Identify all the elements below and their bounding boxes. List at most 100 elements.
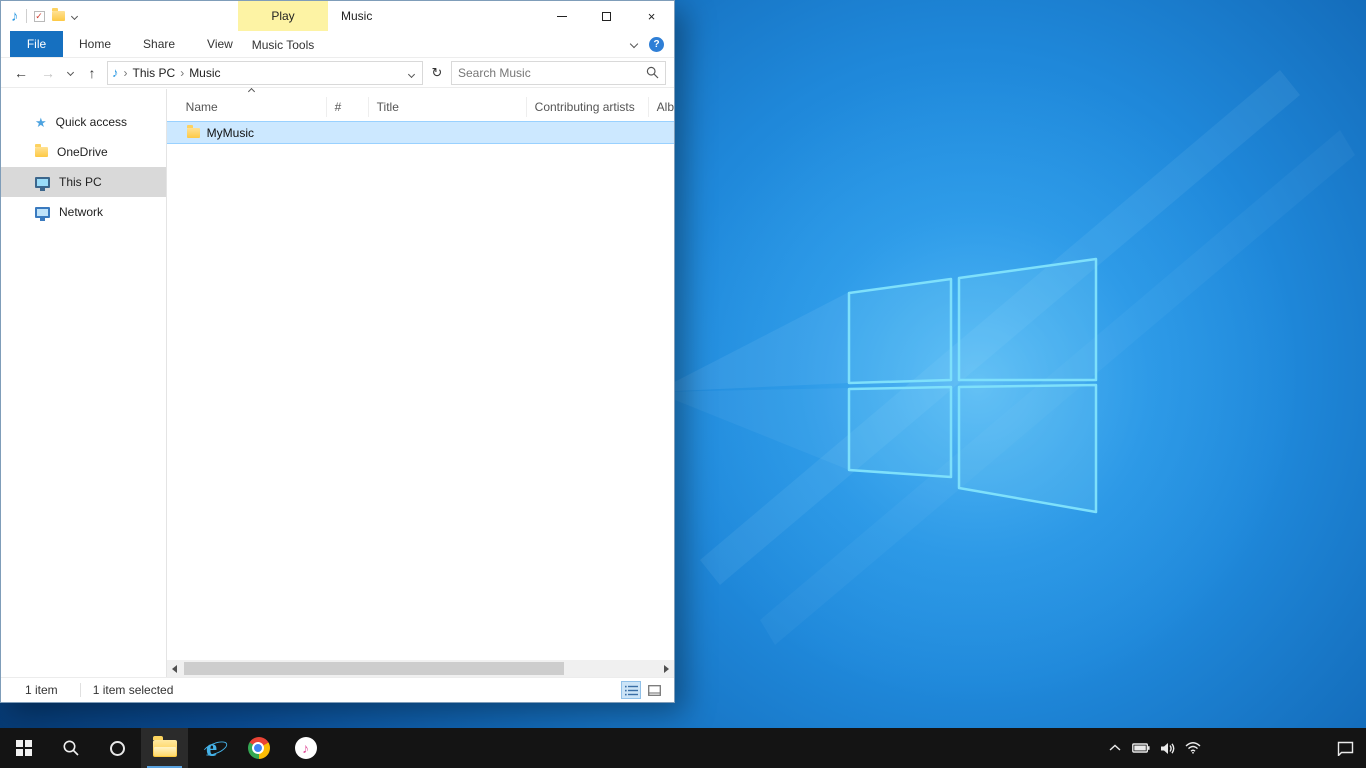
qat-check-icon[interactable]: ✓ <box>34 11 45 22</box>
start-button[interactable] <box>0 728 47 768</box>
sidebar-item-quick-access[interactable]: ★ Quick access <box>1 107 166 137</box>
app-music-icon: ♪ <box>11 9 19 24</box>
column-header-name[interactable]: Name <box>167 97 327 117</box>
close-button[interactable]: × <box>629 1 674 31</box>
file-row-mymusic[interactable]: MyMusic <box>167 121 674 144</box>
tab-file[interactable]: File <box>10 31 63 57</box>
details-view-button[interactable] <box>621 681 641 699</box>
volume-button[interactable] <box>1154 728 1180 768</box>
window-controls: × <box>539 1 674 31</box>
this-pc-icon <box>35 177 50 188</box>
contextual-tab-play[interactable]: Play <box>238 1 328 31</box>
triangle-right-icon <box>664 665 669 673</box>
column-header-title[interactable]: Title <box>369 97 527 117</box>
tab-home[interactable]: Home <box>63 31 127 57</box>
location-music-icon: ♪ <box>112 65 119 80</box>
ribbon-tab-strip: File Home Share View Music Tools ? <box>1 31 674 58</box>
contextual-group-music-tools[interactable]: Music Tools <box>238 31 328 58</box>
chrome-icon <box>248 737 270 759</box>
search-box <box>451 61 666 85</box>
sidebar-item-this-pc[interactable]: This PC <box>1 167 166 197</box>
forward-button[interactable]: → <box>36 61 60 85</box>
separator <box>26 9 27 23</box>
details-view-icon <box>625 685 638 696</box>
back-button[interactable]: ← <box>9 61 33 85</box>
file-name: MyMusic <box>207 126 254 140</box>
column-headers: Name # Title Contributing artists Alb <box>167 93 674 121</box>
battery-icon <box>1132 743 1150 753</box>
breadcrumb-music[interactable]: Music <box>189 66 220 80</box>
scrollbar-thumb[interactable] <box>184 662 564 675</box>
taskbar-spacer <box>1206 728 1324 768</box>
up-button[interactable]: ↑ <box>80 61 104 85</box>
column-header-album[interactable]: Alb <box>649 97 674 117</box>
chevron-up-icon <box>1109 744 1121 752</box>
taskbar-chrome-button[interactable] <box>235 728 282 768</box>
quick-access-toolbar: ♪ ✓ <box>1 9 113 24</box>
taskbar: e ♪ <box>0 728 1366 768</box>
sidebar-item-label: OneDrive <box>57 145 108 159</box>
sort-ascending-icon <box>248 88 255 95</box>
explorer-main: ★ Quick access OneDrive This PC Network <box>1 89 674 677</box>
chevron-down-icon <box>408 70 415 77</box>
taskbar-internet-explorer-button[interactable]: e <box>188 728 235 768</box>
battery-button[interactable] <box>1128 728 1154 768</box>
cortana-icon <box>110 741 125 756</box>
itunes-icon: ♪ <box>295 737 317 759</box>
speaker-icon <box>1160 742 1175 755</box>
minimize-button[interactable] <box>539 1 584 31</box>
qat-folder-icon[interactable] <box>52 11 65 21</box>
system-tray <box>1102 728 1366 768</box>
hidden-icons-button[interactable] <box>1102 728 1128 768</box>
search-input[interactable] <box>458 66 646 80</box>
titlebar: ♪ ✓ Play Music × <box>1 1 674 31</box>
cortana-button[interactable] <box>94 728 141 768</box>
chevron-down-icon <box>66 69 73 76</box>
desktop: ♪ ✓ Play Music × File Home Share View Mu… <box>0 0 1366 768</box>
network-wifi-button[interactable] <box>1180 728 1206 768</box>
horizontal-scrollbar[interactable] <box>167 660 674 677</box>
action-center-icon <box>1337 741 1354 756</box>
action-center-button[interactable] <box>1324 728 1366 768</box>
view-toggles <box>621 681 668 699</box>
scrollbar-track[interactable] <box>182 660 659 677</box>
taskbar-search-button[interactable] <box>47 728 94 768</box>
item-count: 1 item <box>25 683 58 697</box>
search-icon <box>62 739 80 757</box>
sidebar-item-onedrive[interactable]: OneDrive <box>1 137 166 167</box>
file-list-pane: Name # Title Contributing artists Alb My… <box>167 89 674 677</box>
column-header-contributing-artists[interactable]: Contributing artists <box>527 97 649 117</box>
address-bar[interactable]: ♪ › This PC › Music <box>107 61 423 85</box>
column-header-number[interactable]: # <box>327 97 369 117</box>
help-icon[interactable]: ? <box>649 37 664 52</box>
explorer-window: ♪ ✓ Play Music × File Home Share View Mu… <box>0 0 675 703</box>
selection-count: 1 item selected <box>80 683 174 697</box>
scroll-left-button[interactable] <box>167 660 182 677</box>
sidebar-item-label: This PC <box>59 175 102 189</box>
sidebar-item-label: Quick access <box>56 115 127 129</box>
ribbon-right-controls: ? <box>631 31 674 57</box>
breadcrumb-separator: › <box>180 66 184 80</box>
quick-access-star-icon: ★ <box>35 116 47 129</box>
large-icons-view-button[interactable] <box>644 681 664 699</box>
folder-icon <box>187 128 200 138</box>
breadcrumb-this-pc[interactable]: This PC <box>133 66 176 80</box>
close-icon: × <box>648 9 656 24</box>
taskbar-itunes-button[interactable]: ♪ <box>282 728 329 768</box>
scroll-right-button[interactable] <box>659 660 674 677</box>
expand-ribbon-icon[interactable] <box>630 40 638 48</box>
tab-share[interactable]: Share <box>127 31 191 57</box>
taskbar-file-explorer-button[interactable] <box>141 728 188 768</box>
navigation-pane: ★ Quick access OneDrive This PC Network <box>1 89 167 677</box>
qat-dropdown-icon[interactable] <box>70 12 77 19</box>
address-bar-row: ← → ↑ ♪ › This PC › Music ↻ <box>1 58 674 88</box>
refresh-button[interactable]: ↻ <box>426 61 448 85</box>
file-explorer-icon <box>153 740 177 757</box>
internet-explorer-icon: e <box>206 736 217 761</box>
triangle-left-icon <box>172 665 177 673</box>
sidebar-item-network[interactable]: Network <box>1 197 166 227</box>
onedrive-icon <box>35 147 48 157</box>
address-dropdown-button[interactable] <box>409 64 418 82</box>
maximize-button[interactable] <box>584 1 629 31</box>
recent-locations-icon[interactable] <box>63 61 77 85</box>
